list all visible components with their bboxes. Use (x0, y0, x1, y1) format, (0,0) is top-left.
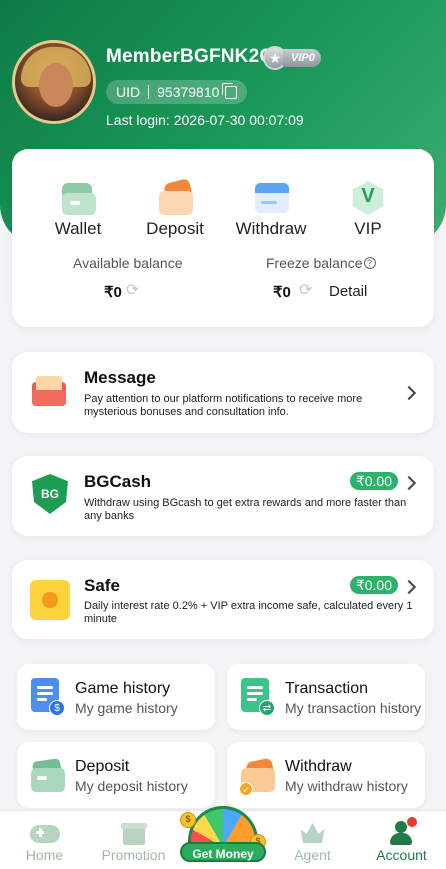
vip-label: VIP (354, 219, 382, 238)
vip-level-label: VIP0 (283, 49, 321, 67)
transaction-card[interactable]: ⇄ Transaction My transaction history (227, 664, 425, 730)
deposit-history-title: Deposit (75, 758, 130, 775)
account-icon (387, 817, 417, 845)
avatar[interactable] (12, 40, 96, 124)
available-balance-label: Available balance (73, 255, 183, 271)
vip-icon: V (350, 181, 386, 215)
vip-button[interactable]: V VIP (323, 181, 413, 239)
deposit-history-card[interactable]: Deposit My deposit history (17, 742, 215, 808)
deposit-button[interactable]: Deposit (130, 177, 220, 239)
game-history-card[interactable]: $ Game history My game history (17, 664, 215, 730)
game-history-icon: $ (31, 678, 65, 718)
withdraw-icon (253, 181, 289, 215)
tab-agent-label: Agent (294, 847, 331, 863)
last-login: Last login: 2026-07-30 00:07:09 (106, 112, 304, 128)
message-card[interactable]: Message Pay attention to our platform no… (12, 352, 434, 433)
withdraw-history-card[interactable]: ✓ Withdraw My withdraw history (227, 742, 425, 808)
get-money-label: Get Money (180, 842, 266, 862)
tab-account[interactable]: Account (357, 811, 446, 869)
withdraw-history-subtitle: My withdraw history (285, 778, 408, 794)
refresh-icon[interactable]: ⟳ (126, 283, 146, 299)
safe-amount: ₹0.00 (349, 576, 398, 594)
tab-home-label: Home (25, 847, 64, 863)
detail-link[interactable]: Detail (329, 283, 367, 300)
bgcash-amount: ₹0.00 (349, 472, 398, 490)
game-history-title: Game history (75, 680, 171, 697)
coin-icon: $ (180, 812, 196, 828)
bgcash-title: BGCash (84, 472, 152, 491)
deposit-label: Deposit (146, 219, 204, 238)
vip-badge: ★ VIP0 (263, 46, 321, 70)
withdraw-history-icon: ✓ (239, 756, 275, 796)
tab-home[interactable]: Home (0, 811, 89, 869)
safe-title: Safe (84, 576, 120, 595)
wallet-card: Wallet Deposit Withdraw V VIP Available … (12, 149, 434, 327)
bgcash-description: Withdraw using BGcash to get extra rewar… (84, 497, 407, 522)
freeze-balance-value: ₹0 (273, 284, 291, 301)
bgcash-shield-icon: BG (32, 474, 68, 514)
gift-icon (119, 819, 149, 845)
tab-promotion[interactable]: Promotion (89, 811, 178, 869)
avatar-face (39, 63, 73, 107)
tab-promotion-label: Promotion (101, 847, 166, 863)
copy-icon[interactable] (222, 82, 238, 99)
gamepad-icon (29, 819, 60, 845)
username: MemberBGFNK2G (106, 46, 275, 67)
tab-agent[interactable]: Agent (268, 811, 357, 869)
withdraw-button[interactable]: Withdraw (226, 181, 316, 239)
transaction-title: Transaction (285, 680, 368, 697)
uid-pill[interactable]: UID 95379810 (106, 80, 248, 104)
chevron-right-icon (401, 475, 417, 491)
deposit-icon (157, 177, 193, 215)
chevron-right-icon (401, 579, 417, 595)
message-description: Pay attention to our platform notificati… (84, 393, 363, 418)
available-balance-value: ₹0 (104, 284, 122, 301)
bgcash-card[interactable]: BG BGCash ₹0.00 Withdraw using BGcash to… (12, 456, 434, 536)
get-money-button[interactable]: $ $ Get Money (180, 806, 266, 862)
envelope-icon (32, 376, 66, 406)
withdraw-label: Withdraw (235, 219, 307, 238)
wallet-icon (60, 181, 96, 215)
tab-account-label: Account (376, 847, 427, 863)
safe-description: Daily interest rate 0.2% + VIP extra inc… (84, 600, 413, 625)
deposit-history-subtitle: My deposit history (75, 778, 188, 794)
deposit-history-icon (31, 756, 65, 796)
withdraw-history-title: Withdraw (285, 758, 352, 775)
wallet-button[interactable]: Wallet (33, 181, 123, 239)
help-icon[interactable]: ? (363, 257, 376, 269)
transaction-icon: ⇄ (241, 678, 275, 718)
wallet-label: Wallet (54, 219, 102, 238)
freeze-balance-text: Freeze balance (266, 255, 363, 271)
uid-value: 95379810 (157, 84, 220, 100)
refresh-icon[interactable]: ⟳ (299, 283, 319, 299)
safe-card[interactable]: Safe ₹0.00 Daily interest rate 0.2% + VI… (12, 560, 434, 639)
uid-label: UID (116, 84, 141, 100)
game-history-subtitle: My game history (75, 700, 178, 716)
transaction-subtitle: My transaction history (285, 700, 422, 716)
freeze-balance-label: Freeze balance? (266, 255, 376, 271)
crown-icon (298, 819, 328, 845)
uid-separator (148, 85, 150, 99)
safe-icon (30, 580, 70, 620)
message-title: Message (84, 368, 156, 387)
